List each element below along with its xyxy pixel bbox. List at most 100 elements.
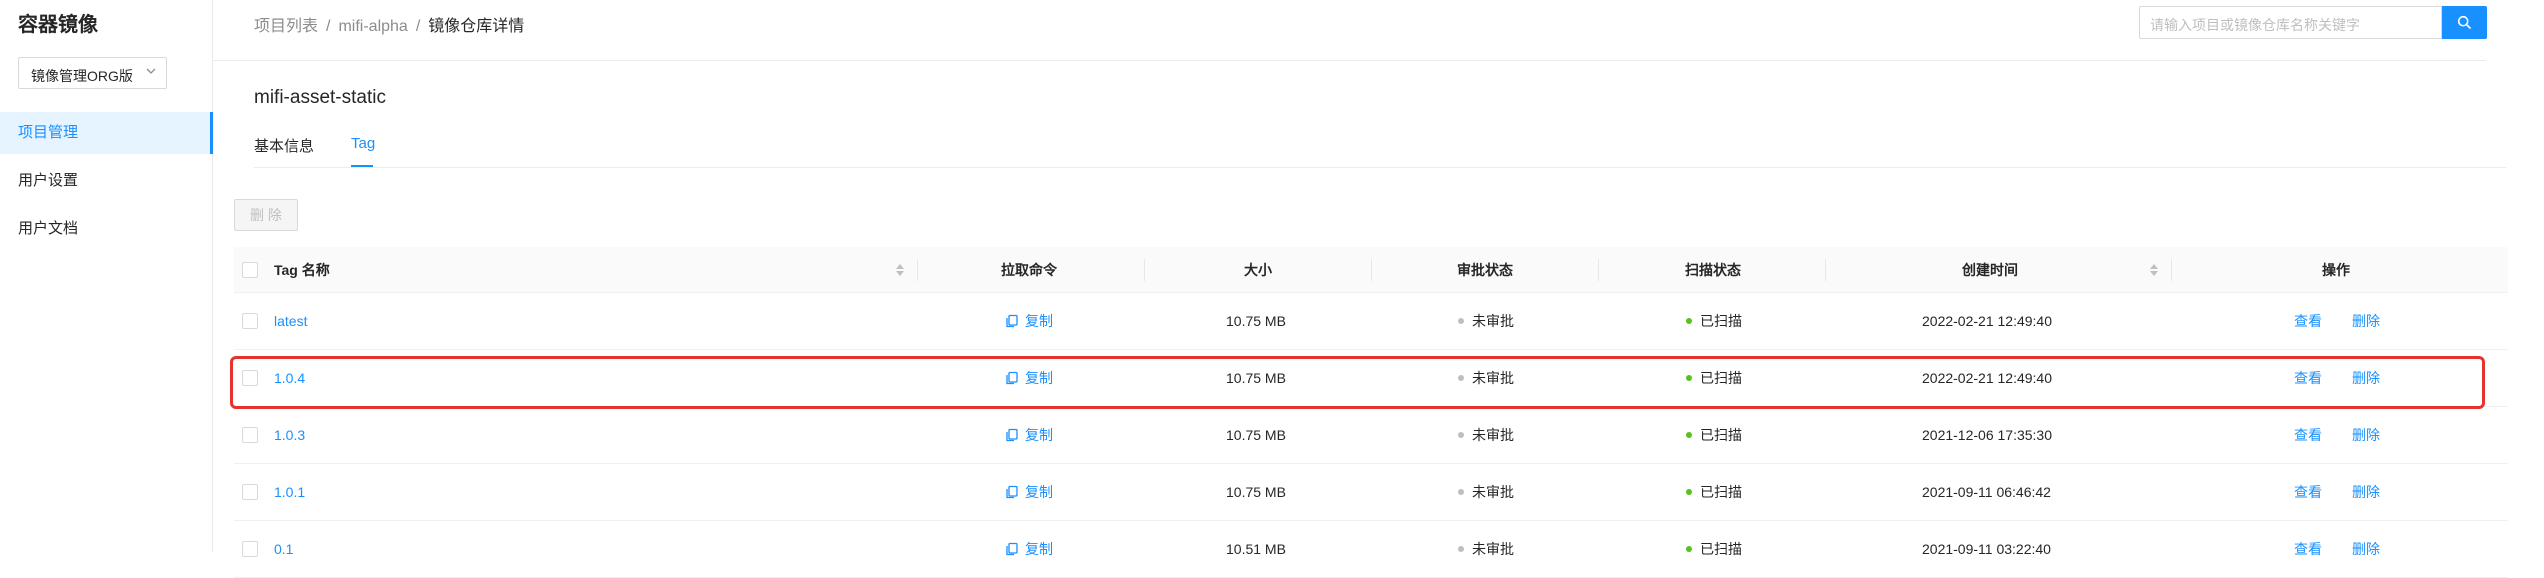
breadcrumb-project[interactable]: mifi-alpha [338, 18, 407, 35]
tag-name-link[interactable]: 1.0.4 [274, 370, 305, 386]
select-all-cell [242, 247, 258, 292]
breadcrumb-current: 镜像仓库详情 [428, 18, 525, 35]
delete-button[interactable]: 删除 [2352, 482, 2380, 502]
delete-action-cell: 删除 [2352, 350, 2380, 406]
col-created-time: 创建时间 [1962, 261, 2018, 278]
sidebar-item-user-docs[interactable]: 用户文档 [0, 208, 213, 250]
breadcrumb-separator: / [415, 18, 421, 35]
delete-action-cell: 删除 [2352, 407, 2380, 463]
size-cell: 10.75 MB [1226, 484, 1286, 500]
tag-name-cell: 1.0.3 [274, 407, 305, 463]
created-time-cell: 2022-02-21 12:49:40 [1922, 313, 2052, 329]
sort-created-time[interactable] [2150, 247, 2158, 292]
org-select-value: 镜像管理ORG版 [31, 68, 133, 84]
table-row: 1.0.3 复制 10.75 MB 未审批 已扫描 2021-12-06 17:35:30… [234, 407, 2508, 464]
view-button[interactable]: 查看 [2294, 539, 2322, 559]
copy-pull-command-button[interactable]: 复制 [1005, 311, 1053, 331]
copy-pull-command-button[interactable]: 复制 [1005, 482, 1053, 502]
row-checkbox[interactable] [242, 427, 258, 443]
copy-icon [1006, 485, 1018, 499]
approval-status-text: 未审批 [1472, 484, 1514, 500]
search-input[interactable]: 请输入项目或镜像仓库名称关键字 [2139, 6, 2442, 39]
row-checkbox[interactable] [242, 541, 258, 557]
approval-status-cell: 未审批 [1458, 350, 1514, 406]
copy-pull-command-button[interactable]: 复制 [1005, 425, 1053, 445]
column-divider [2171, 259, 2172, 281]
repo-title: mifi-asset-static [254, 87, 386, 108]
table-row: 0.1 复制 10.51 MB 未审批 已扫描 2021-09-11 03:22:40 查看… [234, 521, 2508, 578]
sidebar: 容器镜像 镜像管理ORG版 项目管理 用户设置 用户文档 [0, 0, 213, 552]
row-checkbox[interactable] [242, 313, 258, 329]
col-approval-status: 审批状态 [1457, 261, 1513, 278]
status-dot-icon [1458, 318, 1464, 324]
pull-command-cell: 复制 [1005, 407, 1053, 463]
row-select-cell [242, 464, 258, 520]
pull-command-cell: 复制 [1005, 521, 1053, 577]
chevron-down-icon [146, 68, 156, 74]
scan-status-cell: 已扫描 [1686, 464, 1742, 520]
delete-action-cell: 删除 [2352, 521, 2380, 577]
copy-pull-command-button[interactable]: 复制 [1005, 539, 1053, 559]
right-edge [2508, 0, 2544, 552]
tab-tag[interactable]: Tag [351, 135, 375, 152]
tag-name-link[interactable]: 1.0.1 [274, 484, 305, 500]
status-dot-icon [1686, 432, 1692, 438]
column-divider [1825, 259, 1826, 281]
created-time-cell: 2021-12-06 17:35:30 [1922, 427, 2052, 443]
delete-action-cell: 删除 [2352, 293, 2380, 349]
view-button[interactable]: 查看 [2294, 425, 2322, 445]
search-placeholder: 请输入项目或镜像仓库名称关键字 [2150, 17, 2360, 33]
delete-button[interactable]: 删除 [2352, 539, 2380, 559]
breadcrumb: 项目列表 / mifi-alpha / 镜像仓库详情 [254, 12, 524, 36]
row-checkbox[interactable] [242, 370, 258, 386]
row-select-cell [242, 407, 258, 463]
copy-label: 复制 [1025, 427, 1053, 443]
view-button[interactable]: 查看 [2294, 368, 2322, 388]
row-select-cell [242, 293, 258, 349]
sidebar-item-user-settings[interactable]: 用户设置 [0, 160, 213, 202]
delete-button[interactable]: 删除 [2352, 368, 2380, 388]
copy-pull-command-button[interactable]: 复制 [1005, 368, 1053, 388]
row-select-cell [242, 521, 258, 577]
delete-button[interactable]: 删除 [2352, 311, 2380, 331]
scan-status-text: 已扫描 [1700, 427, 1742, 443]
delete-action-cell: 删除 [2352, 464, 2380, 520]
bulk-delete-button[interactable]: 删 除 [234, 199, 298, 231]
tabs-divider [254, 167, 2506, 168]
tag-name-cell: latest [274, 293, 307, 349]
tag-name-cell: 0.1 [274, 521, 293, 577]
row-checkbox[interactable] [242, 484, 258, 500]
copy-icon [1006, 371, 1018, 385]
scan-status-text: 已扫描 [1700, 313, 1742, 329]
copy-label: 复制 [1025, 313, 1053, 329]
copy-icon [1006, 314, 1018, 328]
tag-name-cell: 1.0.1 [274, 464, 305, 520]
tab-basic-info[interactable]: 基本信息 [254, 135, 314, 156]
table-row: 1.0.1 复制 10.75 MB 未审批 已扫描 2021-09-11 06:46:42… [234, 464, 2508, 521]
search-button[interactable] [2442, 6, 2487, 39]
select-all-checkbox[interactable] [242, 261, 258, 278]
scan-status-text: 已扫描 [1700, 370, 1742, 386]
tag-name-link[interactable]: latest [274, 313, 307, 329]
scan-status-cell: 已扫描 [1686, 350, 1742, 406]
view-button[interactable]: 查看 [2294, 311, 2322, 331]
column-divider [1371, 259, 1372, 281]
sort-tag-name[interactable] [896, 247, 904, 292]
status-dot-icon [1686, 375, 1692, 381]
approval-status-text: 未审批 [1472, 541, 1514, 557]
breadcrumb-projects[interactable]: 项目列表 [254, 18, 318, 35]
column-divider [917, 259, 918, 281]
created-time-cell: 2022-02-21 12:49:40 [1922, 370, 2052, 386]
copy-icon [1006, 542, 1018, 556]
sort-icon [896, 263, 904, 277]
tag-name-link[interactable]: 1.0.3 [274, 427, 305, 443]
org-select[interactable]: 镜像管理ORG版 [18, 57, 167, 89]
pull-command-cell: 复制 [1005, 464, 1053, 520]
size-cell: 10.75 MB [1226, 427, 1286, 443]
view-button[interactable]: 查看 [2294, 482, 2322, 502]
delete-button[interactable]: 删除 [2352, 425, 2380, 445]
app-title: 容器镜像 [18, 14, 98, 36]
tag-name-link[interactable]: 0.1 [274, 541, 293, 557]
created-time-cell: 2021-09-11 06:46:42 [1922, 484, 2051, 500]
sidebar-item-projects[interactable]: 项目管理 [0, 112, 213, 154]
